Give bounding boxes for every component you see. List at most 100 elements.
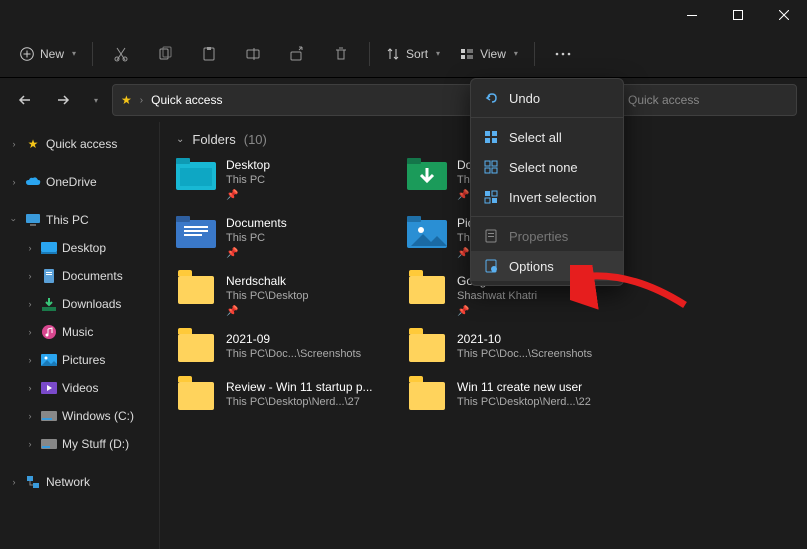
folder-icon <box>176 215 216 249</box>
sidebar-item-network[interactable]: › Network <box>0 468 159 496</box>
navbar: ▾ ★ › Quick access Quick access <box>0 78 807 122</box>
select-all-icon <box>483 129 499 145</box>
invert-icon <box>483 189 499 205</box>
separator <box>369 42 370 66</box>
item-icon <box>40 407 58 425</box>
back-button[interactable] <box>10 85 40 115</box>
maximize-button[interactable] <box>715 0 761 30</box>
sidebar-item[interactable]: › Music <box>0 318 159 346</box>
item-icon <box>40 295 58 313</box>
sidebar-item-label: This PC <box>46 213 89 227</box>
pin-icon: 📌 <box>226 190 270 201</box>
chevron-right-icon: › <box>8 477 20 487</box>
menu-item-label: Invert selection <box>509 190 596 205</box>
menu-item-options[interactable]: Options <box>471 251 623 281</box>
folder-name: 2021-09 <box>226 332 361 346</box>
folder-item[interactable]: Nerdschalk This PC\Desktop 📌 <box>176 273 401 317</box>
view-label: View <box>480 47 506 61</box>
more-button[interactable] <box>543 36 583 72</box>
close-button[interactable] <box>761 0 807 30</box>
sort-button[interactable]: Sort ▾ <box>378 41 448 67</box>
paste-icon <box>201 46 217 62</box>
item-icon <box>40 379 58 397</box>
sidebar-item-label: Quick access <box>46 137 117 151</box>
copy-button[interactable] <box>145 36 185 72</box>
sidebar-item-label: Videos <box>62 381 98 395</box>
folder-path: This PC\Desktop\Nerd...\22 <box>457 396 591 408</box>
sidebar-item[interactable]: › Desktop <box>0 234 159 262</box>
chevron-down-icon: ▾ <box>94 96 98 105</box>
breadcrumb[interactable]: Quick access <box>151 93 222 107</box>
chevron-right-icon: › <box>24 327 36 337</box>
sidebar-item[interactable]: › My Stuff (D:) <box>0 430 159 458</box>
star-icon: ★ <box>24 135 42 153</box>
chevron-down-icon: ▾ <box>436 49 440 58</box>
options-icon <box>483 258 499 274</box>
sidebar-item-label: Network <box>46 475 90 489</box>
sort-icon <box>386 47 400 61</box>
item-icon <box>40 239 58 257</box>
chevron-down-icon: ▾ <box>72 49 76 58</box>
folder-item[interactable]: Desktop This PC 📌 <box>176 157 401 201</box>
chevron-right-icon: › <box>24 411 36 421</box>
paste-button[interactable] <box>189 36 229 72</box>
new-button[interactable]: New ▾ <box>12 41 84 67</box>
folder-path: This PC <box>226 232 287 244</box>
sidebar-item-quick-access[interactable]: › ★ Quick access <box>0 130 159 158</box>
sidebar-item-label: OneDrive <box>46 175 97 189</box>
rename-button[interactable] <box>233 36 273 72</box>
arrow-right-icon <box>56 93 70 107</box>
folder-icon <box>407 215 447 249</box>
folder-item[interactable]: Win 11 create new user This PC\Desktop\N… <box>407 379 632 413</box>
minimize-button[interactable] <box>669 0 715 30</box>
share-button[interactable] <box>277 36 317 72</box>
menu-item-label: Options <box>509 259 554 274</box>
folder-icon <box>407 331 447 365</box>
view-icon <box>460 47 474 61</box>
pin-icon: 📌 <box>457 306 537 317</box>
sidebar-item[interactable]: › Downloads <box>0 290 159 318</box>
menu-item-select-none[interactable]: Select none <box>471 152 623 182</box>
folder-icon <box>407 379 447 413</box>
folder-item[interactable]: Review - Win 11 startup p... This PC\Des… <box>176 379 401 413</box>
sidebar-item[interactable]: › Pictures <box>0 346 159 374</box>
chevron-right-icon: › <box>24 243 36 253</box>
item-icon <box>40 323 58 341</box>
menu-item-label: Select none <box>509 160 578 175</box>
sidebar-item-label: My Stuff (D:) <box>62 437 129 451</box>
sidebar-item[interactable]: › Videos <box>0 374 159 402</box>
folder-icon <box>176 157 216 191</box>
folder-name: Desktop <box>226 158 270 172</box>
chevron-right-icon: › <box>24 355 36 365</box>
folder-item[interactable]: 2021-09 This PC\Doc...\Screenshots <box>176 331 401 365</box>
chevron-right-icon: › <box>8 177 20 187</box>
folder-icon <box>407 157 447 191</box>
folder-path: This PC\Doc...\Screenshots <box>226 348 361 360</box>
menu-item-invert-selection[interactable]: Invert selection <box>471 182 623 212</box>
cut-button[interactable] <box>101 36 141 72</box>
sidebar-item-label: Documents <box>62 269 123 283</box>
folder-item[interactable]: Documents This PC 📌 <box>176 215 401 259</box>
sidebar-item[interactable]: › Windows (C:) <box>0 402 159 430</box>
undo-icon <box>483 90 499 106</box>
sidebar-item-label: Music <box>62 325 93 339</box>
trash-icon <box>333 46 349 62</box>
folder-icon <box>407 273 447 307</box>
view-button[interactable]: View ▾ <box>452 41 526 67</box>
chevron-right-icon: › <box>140 95 143 106</box>
chevron-right-icon: › <box>24 383 36 393</box>
pin-icon: 📌 <box>226 306 309 317</box>
menu-item-properties: Properties <box>471 221 623 251</box>
forward-button[interactable] <box>48 85 78 115</box>
search-input[interactable]: Quick access <box>617 84 797 116</box>
group-count: (10) <box>244 132 267 147</box>
sidebar-item-this-pc[interactable]: › This PC <box>0 206 159 234</box>
menu-item-undo[interactable]: Undo <box>471 83 623 113</box>
sidebar-item-onedrive[interactable]: › OneDrive <box>0 168 159 196</box>
menu-item-label: Properties <box>509 229 568 244</box>
sidebar-item[interactable]: › Documents <box>0 262 159 290</box>
recent-button[interactable]: ▾ <box>86 85 104 115</box>
delete-button[interactable] <box>321 36 361 72</box>
menu-item-select-all[interactable]: Select all <box>471 122 623 152</box>
folder-item[interactable]: 2021-10 This PC\Doc...\Screenshots <box>407 331 632 365</box>
